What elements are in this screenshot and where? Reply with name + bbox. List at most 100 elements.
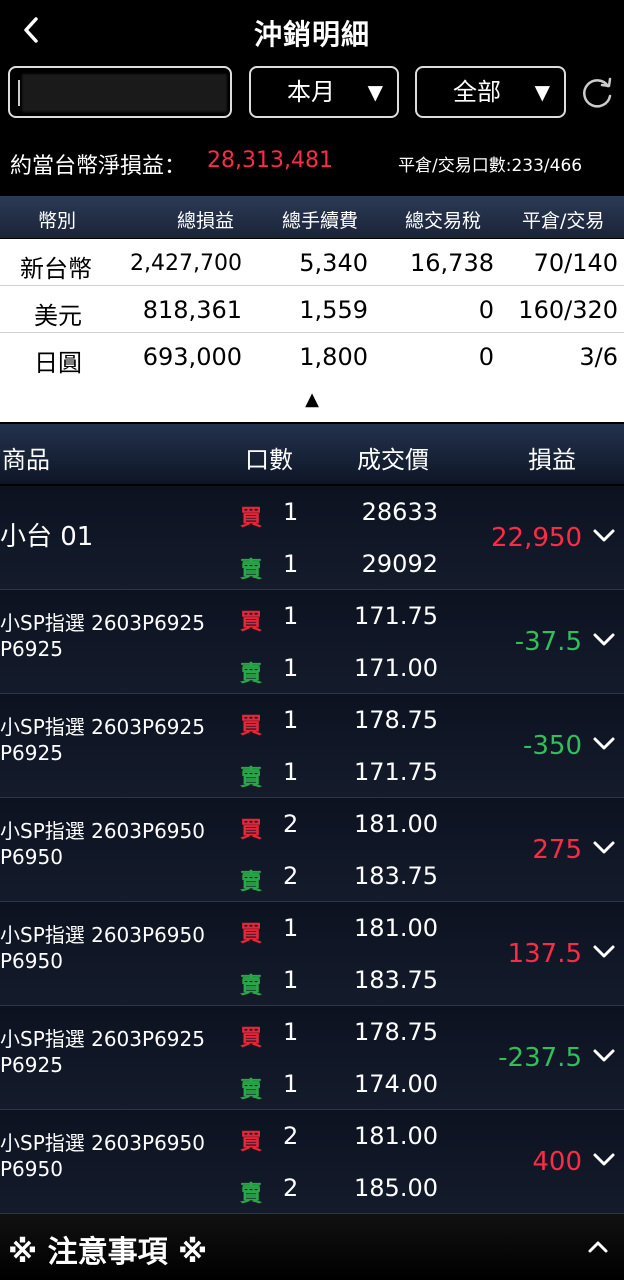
buy-price: 181.00 <box>354 914 438 942</box>
sell-qty: 1 <box>283 550 299 578</box>
filter-bar: 本月 ▼ 全部 ▼ <box>0 66 624 122</box>
scope-select[interactable]: 全部 ▼ <box>415 66 566 118</box>
table-row: 美元 818,361 1,559 0 160/320 <box>0 286 624 333</box>
sell-label: 賣 <box>240 974 263 999</box>
product-name-line2: P6950 <box>0 845 63 869</box>
buy-price: 28633 <box>361 498 438 526</box>
buy-price: 178.75 <box>354 706 438 734</box>
trade-row[interactable]: 小SP指選 2603P6925 P6925 買 1 178.75 賣 1 171.… <box>0 694 624 798</box>
chevron-down-icon[interactable] <box>592 838 616 858</box>
buy-qty: 2 <box>283 1122 299 1150</box>
buy-price: 171.75 <box>354 602 438 630</box>
trade-row[interactable]: 小台 01 買 1 28633 賣 1 29092 22,950 <box>0 486 624 590</box>
pnl-value: 400 <box>532 1147 582 1177</box>
sell-price: 171.75 <box>354 758 438 786</box>
table-cell: 70/140 <box>533 249 618 277</box>
sell-qty: 1 <box>283 966 299 994</box>
app-screen: 沖銷明細 本月 ▼ 全部 ▼ 約當台幣淨損益： 28,313,481 平倉/交易… <box>0 0 624 1280</box>
pnl-value: -37.5 <box>514 627 582 657</box>
product-name: 小SP指選 2603P6925 P6925 <box>0 1026 236 1078</box>
net-pnl-label: 約當台幣淨損益： <box>10 154 187 179</box>
chevron-down-icon[interactable] <box>592 630 616 650</box>
trade-row[interactable]: 小SP指選 2603P6950 P6950 買 2 181.00 賣 2 183.… <box>0 798 624 902</box>
chevron-down-icon[interactable] <box>592 942 616 962</box>
product-name-line2: P6950 <box>0 949 63 973</box>
buy-price: 181.00 <box>354 1122 438 1150</box>
table-cell: 新台幣 <box>20 255 92 283</box>
trade-row[interactable]: 小SP指選 2603P6950 P6950 買 2 181.00 賣 2 185.… <box>0 1110 624 1214</box>
sell-price: 183.75 <box>354 862 438 890</box>
product-name: 小SP指選 2603P6950 P6950 <box>0 1130 236 1182</box>
buy-label: 買 <box>240 1130 263 1155</box>
sell-price: 174.00 <box>354 1070 438 1098</box>
dropdown-triangle-icon: ▼ <box>367 80 383 104</box>
chevron-down-icon[interactable] <box>592 1046 616 1066</box>
buy-label: 買 <box>240 922 263 947</box>
account-masked-value <box>22 74 227 112</box>
lot-count: 平倉/交易口數:233/466 <box>398 156 583 176</box>
product-name: 小SP指選 2603P6925 P6925 <box>0 610 236 662</box>
trade-table-header: 商品 口數 成交價 損益 <box>0 424 624 484</box>
sell-qty: 2 <box>283 1174 299 1202</box>
chevron-down-icon[interactable] <box>592 1150 616 1170</box>
sell-qty: 1 <box>283 758 299 786</box>
product-name-line1: 小SP指選 2603P6950 <box>0 819 205 843</box>
collapse-toggle[interactable]: ▲ <box>0 378 624 422</box>
pnl-value: 275 <box>532 835 582 865</box>
product-name: 小SP指選 2603P6950 P6950 <box>0 922 236 974</box>
chevron-down-icon[interactable] <box>592 526 616 546</box>
product-name-line2: P6950 <box>0 1157 63 1181</box>
table-cell: 160/320 <box>518 296 618 324</box>
pnl-value: 22,950 <box>491 523 582 553</box>
table-cell: 2,427,700 <box>130 251 242 276</box>
buy-qty: 1 <box>283 914 299 942</box>
cursor-caret <box>18 80 20 106</box>
column-header: 損益 <box>528 446 576 474</box>
sell-label: 賣 <box>240 1182 263 1207</box>
table-cell: 0 <box>478 296 494 324</box>
column-header: 口數 <box>245 446 293 474</box>
period-select-value: 本月 <box>287 78 335 106</box>
buy-qty: 1 <box>283 602 299 630</box>
table-cell: 1,800 <box>299 343 368 371</box>
buy-label: 買 <box>240 818 263 843</box>
refresh-icon[interactable] <box>578 74 616 112</box>
currency-table-header: 幣別 總損益 總手續費 總交易稅 平倉/交易 <box>0 196 624 238</box>
trade-row[interactable]: 小SP指選 2603P6925 P6925 買 1 178.75 賣 1 174.… <box>0 1006 624 1110</box>
triangle-up-icon: ▲ <box>305 389 319 410</box>
sell-label: 賣 <box>240 766 263 791</box>
pnl-value: 137.5 <box>507 939 582 969</box>
chevron-down-icon[interactable] <box>592 734 616 754</box>
product-name-line1: 小SP指選 2603P6925 <box>0 1027 205 1051</box>
trade-row[interactable]: 小SP指選 2603P6950 P6950 買 1 181.00 賣 1 183.… <box>0 902 624 1006</box>
table-row: 新台幣 2,427,700 5,340 16,738 70/140 <box>0 239 624 286</box>
page-title: 沖銷明細 <box>253 18 370 51</box>
product-name: 小台 01 <box>0 522 94 552</box>
product-name-line2: P6925 <box>0 741 63 765</box>
product-name-line2: P6925 <box>0 637 63 661</box>
sell-label: 賣 <box>240 662 263 687</box>
buy-price: 178.75 <box>354 1018 438 1046</box>
notice-bar[interactable]: ※ 注意事項 ※ <box>0 1214 624 1280</box>
table-cell: 5,340 <box>299 249 368 277</box>
column-header: 幣別 <box>38 210 77 232</box>
buy-qty: 2 <box>283 810 299 838</box>
trade-row[interactable]: 小SP指選 2603P6925 P6925 買 1 171.75 賣 1 171.… <box>0 590 624 694</box>
account-selector[interactable] <box>8 66 232 118</box>
table-cell: 日圓 <box>34 349 82 377</box>
product-name-line1: 小SP指選 2603P6950 <box>0 1131 205 1155</box>
table-cell: 0 <box>478 343 494 371</box>
buy-label: 買 <box>240 714 263 739</box>
product-name-line1: 小SP指選 2603P6950 <box>0 923 205 947</box>
chevron-up-icon[interactable] <box>586 1238 610 1256</box>
sell-label: 賣 <box>240 870 263 895</box>
scope-select-value: 全部 <box>453 78 501 106</box>
buy-label: 買 <box>240 506 263 531</box>
trade-list: 小台 01 買 1 28633 賣 1 29092 22,950 小SP指選 2… <box>0 486 624 1214</box>
table-row: 日圓 693,000 1,800 0 3/6 <box>0 333 624 380</box>
buy-price: 181.00 <box>354 810 438 838</box>
period-select[interactable]: 本月 ▼ <box>249 66 399 118</box>
column-header: 成交價 <box>357 446 429 474</box>
column-header: 商品 <box>2 446 50 474</box>
product-name-line1: 小SP指選 2603P6925 <box>0 611 205 635</box>
